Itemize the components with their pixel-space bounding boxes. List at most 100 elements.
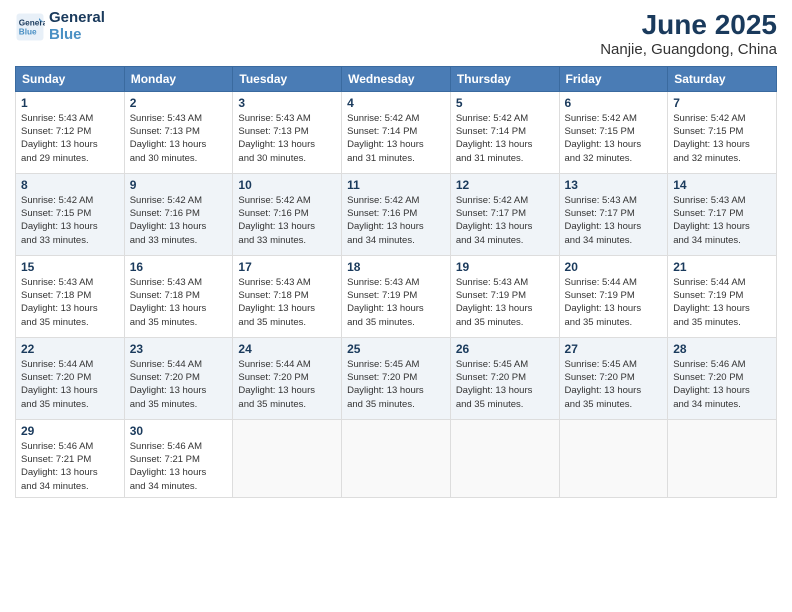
day-info: Sunrise: 5:43 AMSunset: 7:13 PMDaylight:… (130, 112, 228, 165)
weekday-header-cell: Friday (559, 66, 668, 91)
day-number: 17 (238, 260, 336, 274)
day-number: 6 (565, 96, 663, 110)
day-number: 5 (456, 96, 554, 110)
header: General Blue General Blue June 2025 Nanj… (15, 10, 777, 58)
calendar-day-cell (668, 419, 777, 497)
calendar-day-cell: 17 Sunrise: 5:43 AMSunset: 7:18 PMDayligh… (233, 255, 342, 337)
day-number: 1 (21, 96, 119, 110)
day-info: Sunrise: 5:43 AMSunset: 7:17 PMDaylight:… (565, 194, 663, 247)
weekday-header-cell: Monday (124, 66, 233, 91)
day-info: Sunrise: 5:42 AMSunset: 7:15 PMDaylight:… (673, 112, 771, 165)
calendar-day-cell: 29Sunrise: 5:46 AMSunset: 7:21 PMDayligh… (16, 419, 125, 497)
day-number: 26 (456, 342, 554, 356)
calendar-day-cell: 4 Sunrise: 5:42 AMSunset: 7:14 PMDaylight… (342, 91, 451, 173)
day-info: Sunrise: 5:45 AMSunset: 7:20 PMDaylight:… (347, 358, 445, 411)
calendar-day-cell (559, 419, 668, 497)
calendar-table: SundayMondayTuesdayWednesdayThursdayFrid… (15, 66, 777, 498)
calendar-day-cell: 23 Sunrise: 5:44 AMSunset: 7:20 PMDayligh… (124, 337, 233, 419)
calendar-day-cell: 9Sunrise: 5:42 AMSunset: 7:16 PMDaylight… (124, 173, 233, 255)
day-info: Sunrise: 5:44 AMSunset: 7:20 PMDaylight:… (130, 358, 228, 411)
day-info: Sunrise: 5:44 AMSunset: 7:20 PMDaylight:… (21, 358, 119, 411)
calendar-day-cell: 10Sunrise: 5:42 AMSunset: 7:16 PMDayligh… (233, 173, 342, 255)
weekday-header-cell: Wednesday (342, 66, 451, 91)
calendar-day-cell: 27Sunrise: 5:45 AMSunset: 7:20 PMDayligh… (559, 337, 668, 419)
day-number: 19 (456, 260, 554, 274)
weekday-header-cell: Tuesday (233, 66, 342, 91)
calendar-day-cell: 13 Sunrise: 5:43 AMSunset: 7:17 PMDayligh… (559, 173, 668, 255)
page: General Blue General Blue June 2025 Nanj… (0, 0, 792, 612)
calendar-day-cell: 1 Sunrise: 5:43 AMSunset: 7:12 PMDaylight… (16, 91, 125, 173)
day-number: 14 (673, 178, 771, 192)
day-info: Sunrise: 5:44 AMSunset: 7:19 PMDaylight:… (673, 276, 771, 329)
day-number: 22 (21, 342, 119, 356)
calendar-day-cell: 11Sunrise: 5:42 AMSunset: 7:16 PMDayligh… (342, 173, 451, 255)
day-info: Sunrise: 5:44 AMSunset: 7:20 PMDaylight:… (238, 358, 336, 411)
day-number: 18 (347, 260, 445, 274)
day-number: 11 (347, 178, 445, 192)
day-number: 21 (673, 260, 771, 274)
calendar-day-cell: 26Sunrise: 5:45 AMSunset: 7:20 PMDayligh… (450, 337, 559, 419)
svg-text:General: General (19, 18, 45, 27)
day-number: 7 (673, 96, 771, 110)
day-info: Sunrise: 5:43 AMSunset: 7:18 PMDaylight:… (21, 276, 119, 329)
day-number: 13 (565, 178, 663, 192)
calendar-day-cell: 18 Sunrise: 5:43 AMSunset: 7:19 PMDayligh… (342, 255, 451, 337)
day-number: 16 (130, 260, 228, 274)
day-info: Sunrise: 5:46 AMSunset: 7:21 PMDaylight:… (21, 440, 119, 493)
day-number: 4 (347, 96, 445, 110)
day-info: Sunrise: 5:43 AMSunset: 7:19 PMDaylight:… (347, 276, 445, 329)
day-info: Sunrise: 5:44 AMSunset: 7:19 PMDaylight:… (565, 276, 663, 329)
title-block: June 2025 Nanjie, Guangdong, China (600, 10, 777, 58)
calendar-week-row: 15 Sunrise: 5:43 AMSunset: 7:18 PMDayligh… (16, 255, 777, 337)
calendar-week-row: 8Sunrise: 5:42 AMSunset: 7:15 PMDaylight… (16, 173, 777, 255)
calendar-day-cell: 7 Sunrise: 5:42 AMSunset: 7:15 PMDaylight… (668, 91, 777, 173)
day-info: Sunrise: 5:43 AMSunset: 7:17 PMDaylight:… (673, 194, 771, 247)
calendar-week-row: 1 Sunrise: 5:43 AMSunset: 7:12 PMDaylight… (16, 91, 777, 173)
day-number: 23 (130, 342, 228, 356)
weekday-header-row: SundayMondayTuesdayWednesdayThursdayFrid… (16, 66, 777, 91)
calendar-day-cell: 22 Sunrise: 5:44 AMSunset: 7:20 PMDayligh… (16, 337, 125, 419)
day-number: 2 (130, 96, 228, 110)
day-number: 28 (673, 342, 771, 356)
day-number: 30 (130, 424, 228, 438)
calendar-day-cell: 3Sunrise: 5:43 AMSunset: 7:13 PMDaylight… (233, 91, 342, 173)
day-info: Sunrise: 5:43 AMSunset: 7:18 PMDaylight:… (130, 276, 228, 329)
page-subtitle: Nanjie, Guangdong, China (600, 41, 777, 58)
day-info: Sunrise: 5:42 AMSunset: 7:14 PMDaylight:… (456, 112, 554, 165)
day-info: Sunrise: 5:42 AMSunset: 7:14 PMDaylight:… (347, 112, 445, 165)
svg-text:Blue: Blue (19, 27, 37, 36)
calendar-day-cell: 5 Sunrise: 5:42 AMSunset: 7:14 PMDaylight… (450, 91, 559, 173)
day-number: 12 (456, 178, 554, 192)
calendar-day-cell (233, 419, 342, 497)
day-info: Sunrise: 5:46 AMSunset: 7:20 PMDaylight:… (673, 358, 771, 411)
calendar-body: 1 Sunrise: 5:43 AMSunset: 7:12 PMDaylight… (16, 91, 777, 497)
day-number: 24 (238, 342, 336, 356)
day-info: Sunrise: 5:42 AMSunset: 7:16 PMDaylight:… (238, 194, 336, 247)
logo: General Blue General Blue (15, 10, 105, 43)
day-info: Sunrise: 5:42 AMSunset: 7:17 PMDaylight:… (456, 194, 554, 247)
calendar-day-cell: 15 Sunrise: 5:43 AMSunset: 7:18 PMDayligh… (16, 255, 125, 337)
calendar-day-cell: 8Sunrise: 5:42 AMSunset: 7:15 PMDaylight… (16, 173, 125, 255)
day-number: 27 (565, 342, 663, 356)
calendar-day-cell (450, 419, 559, 497)
calendar-day-cell: 28 Sunrise: 5:46 AMSunset: 7:20 PMDayligh… (668, 337, 777, 419)
page-title: June 2025 (600, 10, 777, 41)
day-number: 15 (21, 260, 119, 274)
day-info: Sunrise: 5:43 AMSunset: 7:12 PMDaylight:… (21, 112, 119, 165)
day-number: 25 (347, 342, 445, 356)
logo-blue: Blue (49, 27, 105, 44)
day-info: Sunrise: 5:43 AMSunset: 7:18 PMDaylight:… (238, 276, 336, 329)
calendar-day-cell: 19 Sunrise: 5:43 AMSunset: 7:19 PMDayligh… (450, 255, 559, 337)
calendar-day-cell: 20 Sunrise: 5:44 AMSunset: 7:19 PMDayligh… (559, 255, 668, 337)
calendar-day-cell: 30Sunrise: 5:46 AMSunset: 7:21 PMDayligh… (124, 419, 233, 497)
day-number: 20 (565, 260, 663, 274)
calendar-day-cell: 12 Sunrise: 5:42 AMSunset: 7:17 PMDayligh… (450, 173, 559, 255)
day-info: Sunrise: 5:42 AMSunset: 7:15 PMDaylight:… (21, 194, 119, 247)
calendar-day-cell: 24 Sunrise: 5:44 AMSunset: 7:20 PMDayligh… (233, 337, 342, 419)
weekday-header-cell: Saturday (668, 66, 777, 91)
calendar-day-cell: 25 Sunrise: 5:45 AMSunset: 7:20 PMDayligh… (342, 337, 451, 419)
day-number: 3 (238, 96, 336, 110)
day-info: Sunrise: 5:43 AMSunset: 7:19 PMDaylight:… (456, 276, 554, 329)
calendar-day-cell: 6Sunrise: 5:42 AMSunset: 7:15 PMDaylight… (559, 91, 668, 173)
calendar-day-cell: 16 Sunrise: 5:43 AMSunset: 7:18 PMDayligh… (124, 255, 233, 337)
